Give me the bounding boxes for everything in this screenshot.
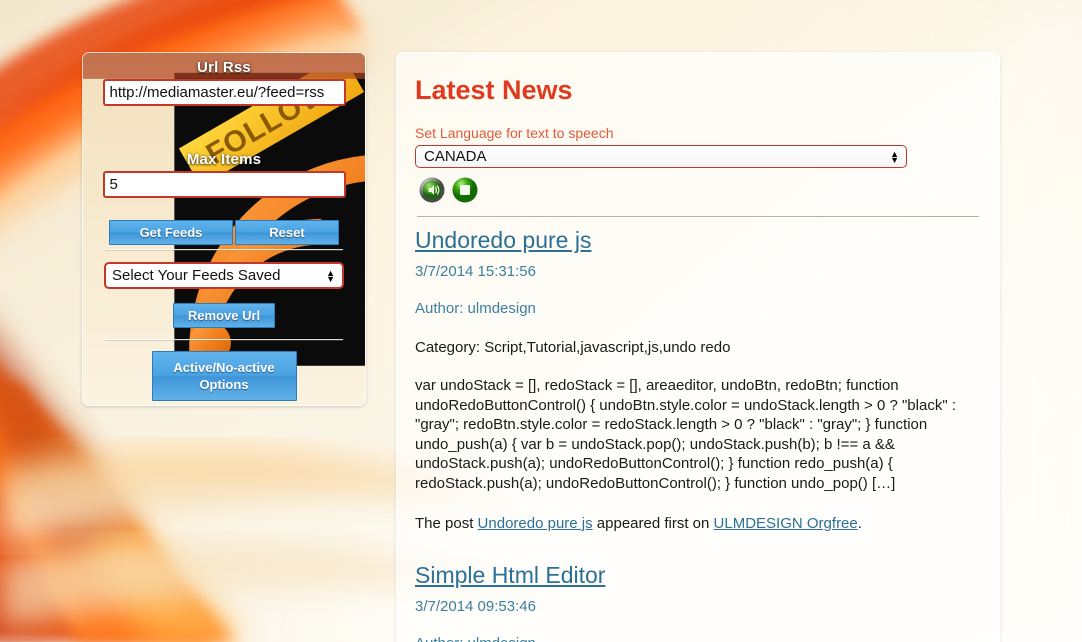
- footer-post-link[interactable]: Undoredo pure js: [478, 515, 593, 532]
- get-feeds-button[interactable]: Get Feeds: [109, 220, 233, 245]
- footer-site-link[interactable]: ULMDESIGN Orgfree: [714, 515, 858, 532]
- audio-controls: [419, 177, 981, 203]
- footer-middle: appeared first on: [592, 515, 714, 532]
- set-language-label: Set Language for text to speech: [415, 125, 614, 141]
- rss-control-panel: FOLLOW Url Rss Max Items Get Feeds Reset…: [82, 52, 366, 406]
- article-title-link[interactable]: Simple Html Editor: [415, 562, 605, 588]
- url-rss-input[interactable]: [102, 79, 346, 106]
- article-item: Simple Html Editor 3/7/2014 09:53:46 Aut…: [415, 552, 981, 642]
- article-category: Category: Script,Tutorial,javascript,js,…: [415, 339, 731, 356]
- article-excerpt: var undoStack = [], redoStack = [], area…: [415, 377, 956, 492]
- article-author: Author: ulmdesign: [415, 300, 536, 317]
- max-items-input[interactable]: [102, 171, 346, 198]
- article-title-link[interactable]: Undoredo pure js: [415, 227, 591, 253]
- remove-url-button[interactable]: Remove Url: [173, 303, 275, 328]
- latest-news-panel: Latest News Set Language for text to spe…: [396, 52, 1000, 642]
- page-title: Latest News: [415, 75, 573, 105]
- article-item: Undoredo pure js 3/7/2014 15:31:56 Autho…: [415, 217, 981, 532]
- speaker-play-icon[interactable]: [419, 177, 445, 203]
- article-date: 3/7/2014 09:53:46: [415, 598, 536, 615]
- divider-feeds: [105, 249, 343, 251]
- saved-feeds-select[interactable]: Select Your Feeds Saved ▲ ▼: [104, 262, 344, 289]
- active-options-button[interactable]: Active/No-active Options: [151, 351, 297, 401]
- language-select[interactable]: CANADA ▲ ▼: [415, 145, 907, 168]
- article-author: Author: ulmdesign: [415, 635, 981, 642]
- reset-button[interactable]: Reset: [235, 220, 339, 245]
- article-footer: The post Undoredo pure js appeared first…: [415, 515, 981, 532]
- footer-prefix: The post: [415, 515, 478, 532]
- chevron-updown-icon: ▲ ▼: [326, 267, 335, 284]
- stop-icon[interactable]: [452, 177, 478, 203]
- divider-options: [105, 339, 343, 341]
- chevron-updown-icon: ▲ ▼: [890, 148, 899, 165]
- saved-feeds-value: Select Your Feeds Saved: [112, 267, 281, 284]
- article-date: 3/7/2014 15:31:56: [415, 263, 536, 280]
- footer-suffix: .: [857, 515, 862, 532]
- url-rss-label: Url Rss: [197, 59, 251, 76]
- language-select-value: CANADA: [424, 148, 487, 165]
- max-items-label: Max Items: [186, 151, 262, 168]
